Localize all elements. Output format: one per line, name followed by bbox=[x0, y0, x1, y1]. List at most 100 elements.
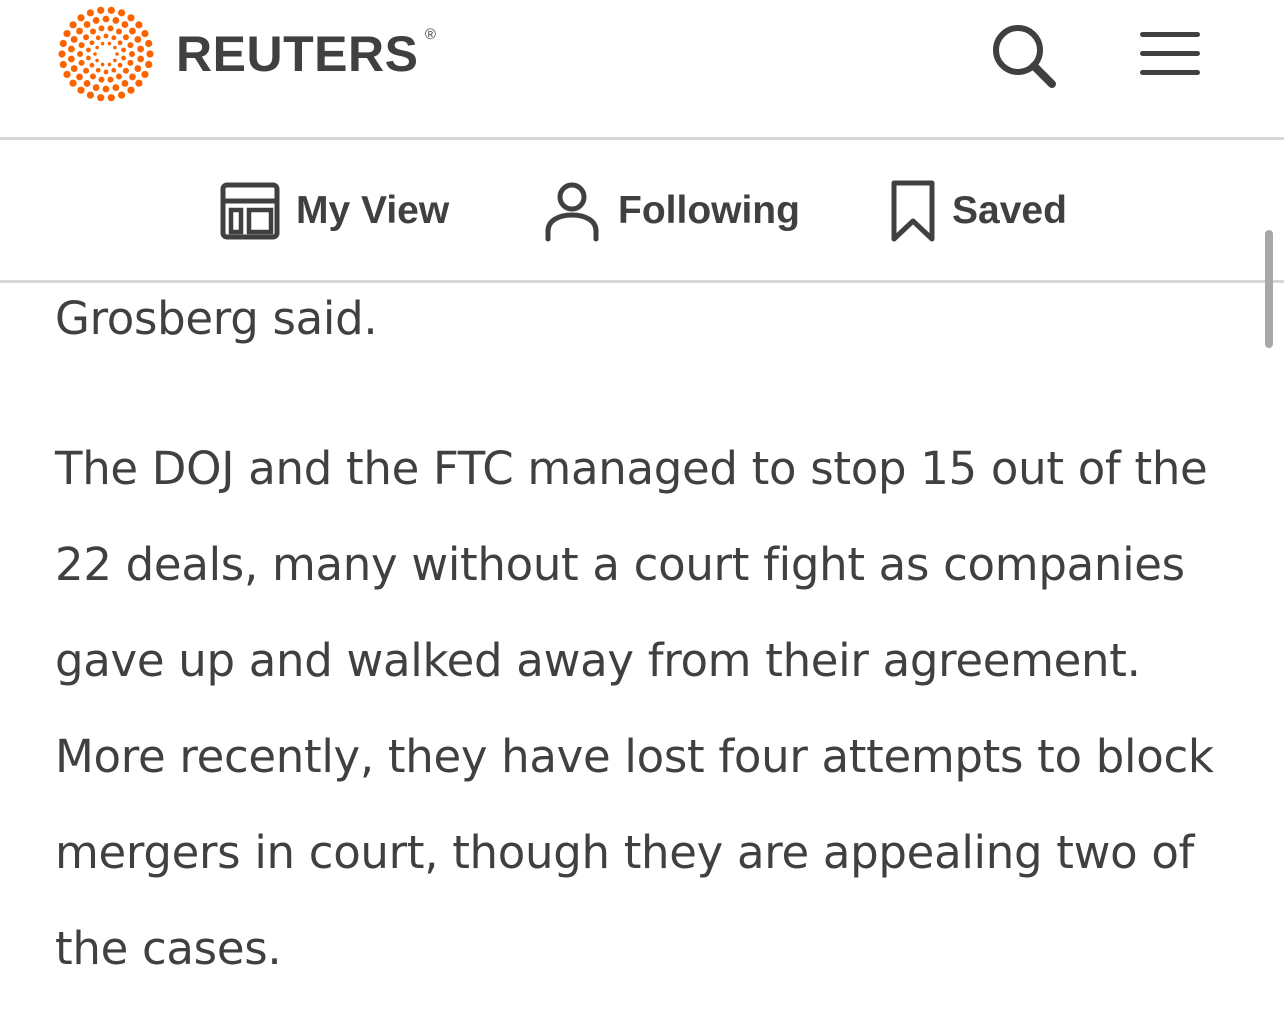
logo-dot bbox=[102, 85, 110, 93]
logo-dot bbox=[121, 21, 129, 28]
logo-dot bbox=[127, 59, 134, 66]
logo-dot bbox=[98, 25, 105, 32]
logo-dot bbox=[111, 35, 117, 41]
logo-dot bbox=[127, 86, 135, 94]
logo-dot bbox=[115, 52, 119, 56]
article-paragraph: Grosberg said. bbox=[55, 292, 378, 345]
logo-dot bbox=[107, 76, 114, 83]
logo-dot bbox=[137, 45, 145, 53]
logo-dot bbox=[59, 39, 67, 48]
logo-dot bbox=[117, 40, 123, 46]
bookmark-icon bbox=[891, 180, 935, 242]
logo-dot bbox=[67, 45, 75, 53]
logo-dot bbox=[112, 84, 120, 91]
logo-dot bbox=[76, 73, 83, 81]
logo-dot bbox=[113, 45, 117, 50]
logo-dot bbox=[137, 55, 145, 63]
logo-dot bbox=[121, 80, 129, 87]
nav-saved-label: Saved bbox=[952, 189, 1067, 232]
logo-dot bbox=[107, 62, 112, 67]
logo-dot bbox=[135, 79, 143, 87]
logo-dot bbox=[98, 76, 105, 83]
logo-dot bbox=[70, 36, 78, 43]
logo-dot bbox=[122, 34, 129, 41]
logo-dot bbox=[107, 25, 114, 32]
logo-dot bbox=[121, 55, 126, 61]
logo-dot bbox=[100, 62, 105, 67]
logo-dot bbox=[121, 47, 126, 53]
logo-dot bbox=[58, 50, 66, 58]
logo-dot bbox=[107, 41, 112, 46]
logo-dot bbox=[78, 59, 85, 66]
search-icon[interactable] bbox=[988, 20, 1060, 92]
logo-dot bbox=[83, 67, 90, 74]
brand-wordmark: REUTERS ® bbox=[176, 27, 436, 79]
logo-dot bbox=[141, 70, 149, 79]
logo-dot bbox=[67, 55, 75, 63]
logo-dot bbox=[95, 58, 99, 63]
logo-dot bbox=[86, 9, 94, 17]
person-icon bbox=[545, 182, 599, 242]
logo-dot bbox=[103, 33, 109, 39]
logo-dot bbox=[103, 69, 109, 75]
logo-dot bbox=[118, 91, 126, 99]
logo-dot bbox=[86, 55, 91, 61]
layout-icon bbox=[220, 182, 280, 240]
logo-dot bbox=[89, 62, 95, 68]
logo-dot bbox=[86, 91, 94, 99]
reuters-logo[interactable]: REUTERS ® bbox=[56, 6, 436, 102]
registered-mark: ® bbox=[424, 26, 437, 43]
logo-dot bbox=[70, 65, 78, 72]
logo-dot bbox=[69, 21, 77, 29]
logo-dot bbox=[77, 86, 85, 94]
logo-dot bbox=[129, 27, 136, 35]
logo-dot bbox=[92, 17, 100, 24]
article-body: Grosberg said. The DOJ and the FTC manag… bbox=[0, 283, 1284, 1024]
logo-dot bbox=[116, 28, 122, 35]
logo-dot bbox=[117, 62, 123, 68]
logo-dot bbox=[107, 6, 115, 14]
logo-dot bbox=[95, 67, 101, 73]
logo-dot bbox=[89, 40, 95, 46]
sub-navigation: My View Following Saved bbox=[0, 140, 1284, 283]
logo-dot bbox=[145, 60, 153, 69]
hamburger-menu-icon[interactable] bbox=[1138, 28, 1202, 80]
logo-dot bbox=[111, 67, 117, 73]
logo-dot bbox=[118, 9, 126, 17]
vertical-scrollbar[interactable] bbox=[1265, 230, 1273, 348]
logo-dot bbox=[90, 28, 96, 35]
logo-dot bbox=[127, 42, 134, 49]
logo-dot bbox=[77, 14, 85, 22]
logo-dot bbox=[78, 42, 85, 49]
logo-dot bbox=[77, 51, 83, 57]
article-paragraph: The DOJ and the FTC managed to stop 15 o… bbox=[55, 442, 1214, 975]
logo-dot bbox=[100, 41, 105, 46]
logo-dot bbox=[83, 34, 90, 41]
logo-dot bbox=[135, 21, 143, 29]
logo-dot bbox=[107, 94, 115, 102]
logo-dot bbox=[69, 79, 77, 87]
logo-dot bbox=[83, 80, 91, 87]
nav-following[interactable]: Following bbox=[540, 176, 800, 246]
logo-dot bbox=[146, 50, 154, 58]
logo-dot bbox=[95, 35, 101, 41]
logo-dot bbox=[97, 6, 105, 14]
nav-saved[interactable]: Saved bbox=[888, 176, 1067, 246]
logo-dot bbox=[122, 67, 129, 74]
reuters-logo-mark-icon bbox=[58, 6, 154, 102]
logo-dot bbox=[59, 60, 67, 69]
logo-dot bbox=[145, 39, 153, 48]
logo-dot bbox=[97, 94, 105, 102]
logo-dot bbox=[127, 14, 135, 22]
logo-dot bbox=[95, 45, 99, 50]
logo-dot bbox=[83, 21, 91, 28]
top-header: REUTERS ® bbox=[0, 0, 1284, 140]
logo-dot bbox=[63, 29, 71, 38]
logo-dot bbox=[141, 29, 149, 38]
logo-dot bbox=[113, 58, 117, 63]
logo-dot bbox=[129, 51, 135, 57]
nav-following-label: Following bbox=[618, 189, 800, 232]
logo-dot bbox=[129, 73, 136, 81]
logo-dot bbox=[134, 36, 142, 43]
nav-my-view[interactable]: My View bbox=[218, 176, 449, 246]
